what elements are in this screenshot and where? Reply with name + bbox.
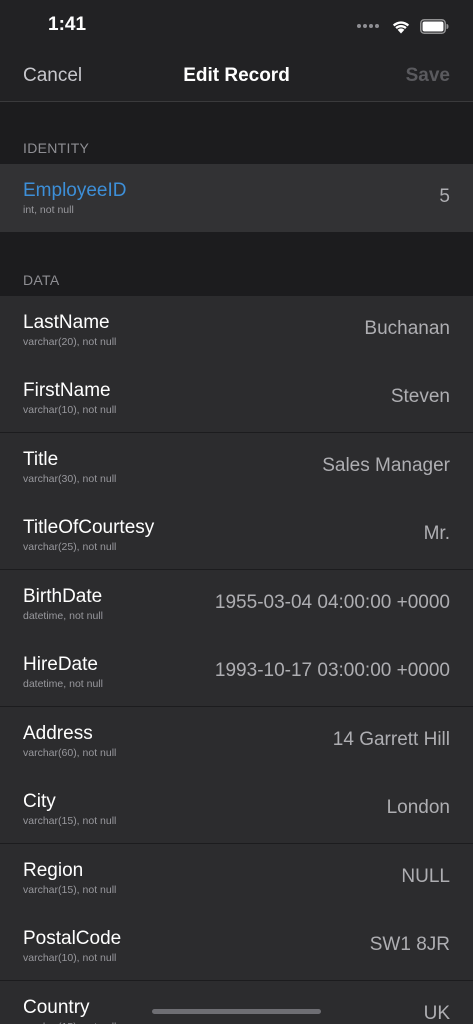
field-type: varchar(30), not null	[23, 473, 117, 485]
field-name: Region	[23, 860, 84, 881]
field-value: Sales Manager	[322, 455, 450, 476]
section-header-data: DATA	[23, 272, 60, 288]
field-type: varchar(15), not null	[23, 815, 117, 827]
edit-record-screen: 1:41 Cancel Edit Record Save IDENTITY Em…	[0, 0, 473, 1024]
battery-icon	[420, 18, 449, 34]
field-type: datetime, not null	[23, 678, 103, 690]
field-value: 1993-10-17 03:00:00 +0000	[214, 660, 450, 681]
field-type: varchar(60), not null	[23, 747, 117, 759]
field-name: EmployeeID	[23, 180, 127, 201]
field-name: LastName	[23, 312, 110, 333]
status-time: 1:41	[48, 14, 87, 35]
field-value: SW1 8JR	[369, 934, 450, 955]
field-type: int, not null	[23, 204, 74, 216]
field-name: Country	[23, 997, 90, 1018]
field-row-title[interactable]: Title varchar(30), not null Sales Manage…	[0, 433, 473, 501]
field-type: varchar(25), not null	[23, 541, 117, 553]
field-name: BirthDate	[23, 586, 103, 607]
field-type: varchar(15), not null	[23, 884, 117, 896]
field-value: Buchanan	[364, 318, 450, 339]
field-row-employeeid[interactable]: EmployeeID int, not null 5	[0, 164, 473, 232]
field-type: varchar(10), not null	[23, 404, 117, 416]
field-name: FirstName	[23, 380, 111, 401]
field-type: datetime, not null	[23, 610, 103, 622]
field-value: 14 Garrett Hill	[332, 729, 450, 750]
cellular-signal-icon	[357, 24, 381, 28]
field-value: Mr.	[423, 523, 450, 544]
field-value: 5	[439, 186, 450, 207]
field-name: Address	[23, 723, 93, 744]
field-value: London	[386, 797, 450, 818]
field-row-address[interactable]: Address varchar(60), not null 14 Garrett…	[0, 707, 473, 775]
page-title: Edit Record	[183, 65, 290, 86]
field-row-lastname[interactable]: LastName varchar(20), not null Buchanan	[0, 296, 473, 364]
field-value: Steven	[390, 386, 450, 407]
status-bar: 1:41	[0, 0, 473, 50]
status-icons	[357, 16, 449, 36]
field-type: varchar(10), not null	[23, 952, 117, 964]
field-row-titleofcourtesy[interactable]: TitleOfCourtesy varchar(25), not null Mr…	[0, 501, 473, 569]
wifi-icon	[392, 21, 410, 34]
field-row-birthdate[interactable]: BirthDate datetime, not null 1955-03-04 …	[0, 570, 473, 638]
field-row-region[interactable]: Region varchar(15), not null NULL	[0, 844, 473, 912]
field-name: HireDate	[23, 654, 98, 675]
field-name: TitleOfCourtesy	[23, 517, 155, 538]
field-value: NULL	[401, 866, 450, 887]
field-value: UK	[423, 1003, 450, 1024]
save-button[interactable]: Save	[406, 65, 450, 87]
section-header-identity: IDENTITY	[23, 140, 90, 156]
navigation-bar: Cancel Edit Record Save	[0, 50, 473, 102]
field-type: varchar(20), not null	[23, 336, 117, 348]
field-row-hiredate[interactable]: HireDate datetime, not null 1993-10-17 0…	[0, 638, 473, 706]
field-row-firstname[interactable]: FirstName varchar(10), not null Steven	[0, 364, 473, 432]
field-name: City	[23, 791, 56, 812]
field-row-country[interactable]: Country varchar(15), not null UK	[0, 981, 473, 1024]
field-name: PostalCode	[23, 928, 122, 949]
field-row-city[interactable]: City varchar(15), not null London	[0, 775, 473, 843]
home-indicator[interactable]	[152, 1009, 321, 1014]
field-row-postalcode[interactable]: PostalCode varchar(10), not null SW1 8JR	[0, 912, 473, 980]
field-name: Title	[23, 449, 59, 470]
field-value: 1955-03-04 04:00:00 +0000	[214, 592, 450, 613]
